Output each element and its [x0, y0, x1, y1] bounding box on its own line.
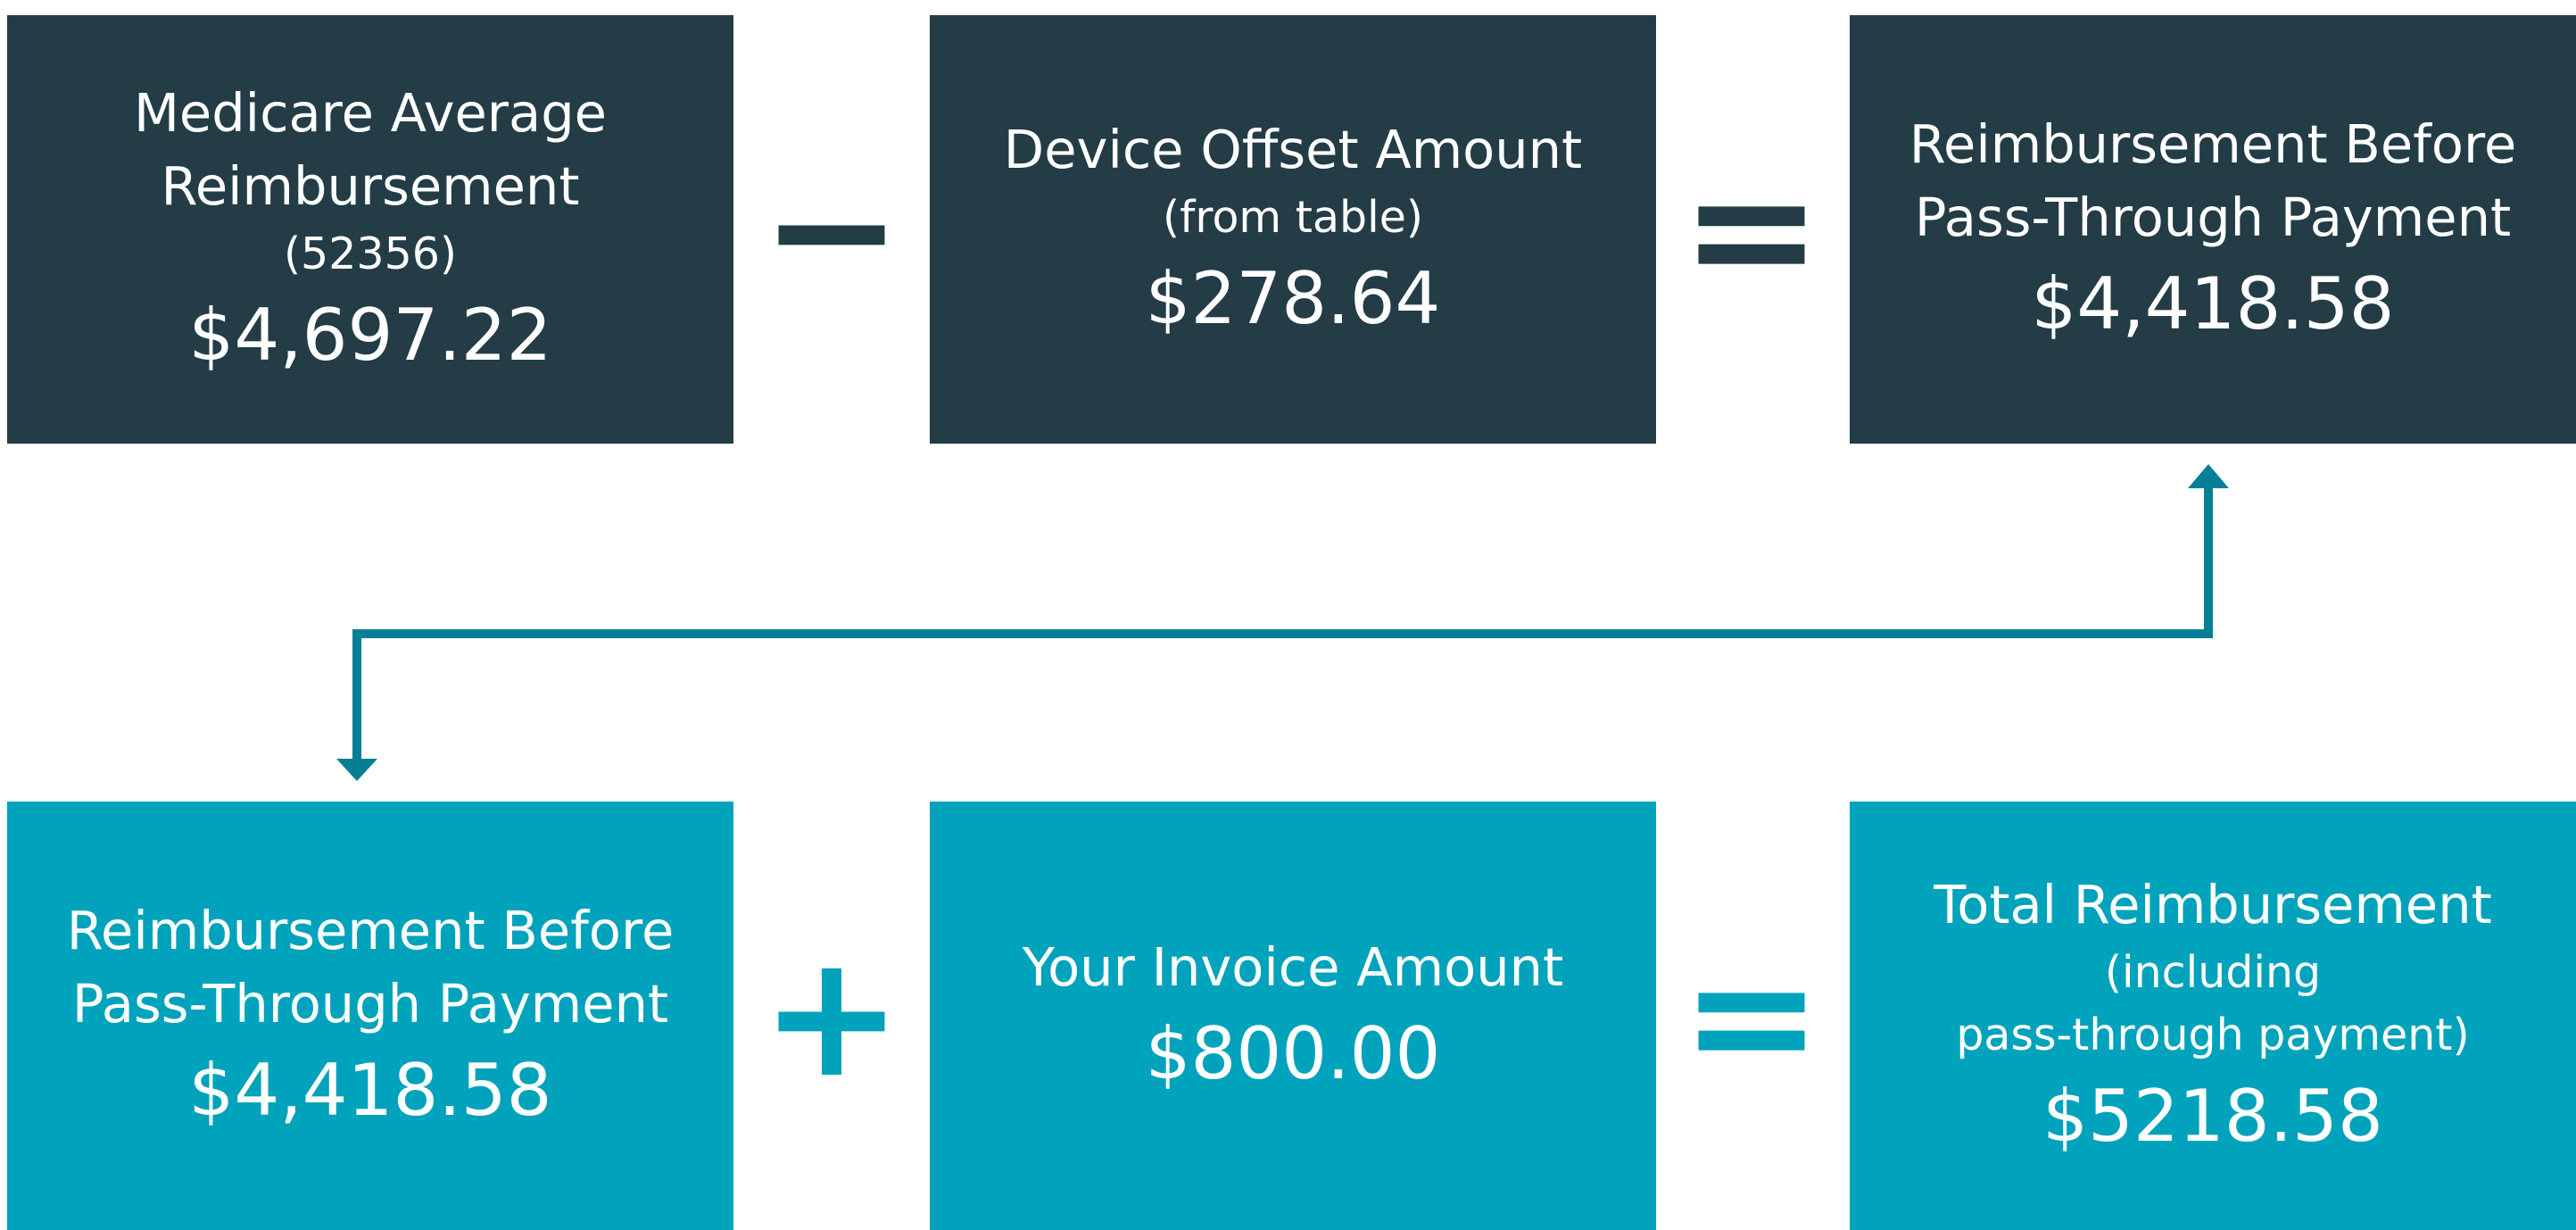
total-reimbursement-box: Total Reimbursement (including pass-thro… — [1850, 802, 2576, 1230]
box-label: Your Invoice Amount — [1022, 936, 1564, 998]
equals-operator-2: = — [1680, 917, 1823, 1115]
box-amount: $5218.58 — [2042, 1075, 2383, 1158]
reimbursement-before-pass-through-box-2: Reimbursement Before Pass-Through Paymen… — [7, 802, 733, 1230]
connector-line — [352, 478, 2213, 768]
box-amount: $800.00 — [1145, 1012, 1441, 1095]
plus-operator: + — [760, 917, 903, 1115]
invoice-amount-box: Your Invoice Amount $800.00 — [930, 802, 1656, 1230]
box-label: Reimbursement Before Pass-Through Paymen… — [66, 900, 675, 1035]
box-label: Total Reimbursement — [1934, 874, 2492, 935]
arrowhead-up-icon — [2188, 464, 2229, 488]
arrowhead-down-icon — [336, 759, 377, 781]
box-sublabel: (including pass-through payment) — [1956, 947, 2470, 1060]
box-amount: $4,418.58 — [188, 1049, 552, 1132]
